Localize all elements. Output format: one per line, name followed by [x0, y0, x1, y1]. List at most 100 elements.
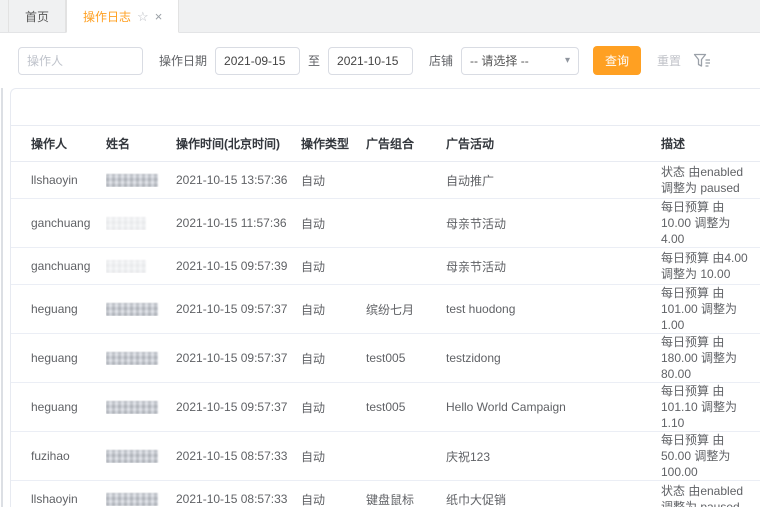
cell-time: 2021-10-15 09:57:37: [176, 400, 301, 414]
cell-portfolio: test005: [366, 351, 446, 365]
table-row[interactable]: ganchuang2021-10-15 09:57:39自动母亲节活动每日预算 …: [11, 248, 760, 285]
cell-type: 自动: [301, 258, 366, 275]
cell-operator: fuzihao: [31, 449, 106, 463]
cell-time: 2021-10-15 13:57:36: [176, 173, 301, 187]
cell-name: [106, 302, 176, 316]
cell-type: 自动: [301, 172, 366, 189]
page-left-edge: [1, 88, 3, 507]
header-operator: 操作人: [31, 135, 106, 152]
table-row[interactable]: heguang 2021-10-15 09:57:37自动缤纷七月test huo…: [11, 285, 760, 334]
redacted-name: [106, 260, 146, 273]
cell-type: 自动: [301, 399, 366, 416]
redacted-name: [106, 174, 158, 187]
tab-bar: 首页 操作日志 ☆ ×: [0, 0, 760, 33]
cell-name: [106, 259, 176, 273]
cell-desc: 每日预算 由101.00 调整为 1.00: [661, 285, 760, 333]
operator-input[interactable]: [18, 47, 143, 75]
cell-desc: 每日预算 由180.00 调整为 80.00: [661, 334, 760, 382]
cell-desc: 状态 由enabled 调整为 paused: [661, 164, 760, 196]
header-name: 姓名: [106, 135, 176, 152]
cell-operator: llshaoyin: [31, 173, 106, 187]
cell-campaign: Hello World Campaign: [446, 400, 661, 414]
cell-campaign: testzidong: [446, 351, 661, 365]
cell-time: 2021-10-15 11:57:36: [176, 216, 301, 230]
cell-type: 自动: [301, 448, 366, 465]
date-to-input[interactable]: [328, 47, 413, 75]
table-body: llshaoyin2021-10-15 13:57:36自动自动推广状态 由en…: [11, 162, 760, 507]
shop-select[interactable]: -- 请选择 -- ▾: [461, 47, 579, 75]
search-button[interactable]: 查询: [593, 46, 641, 75]
cell-desc: 每日预算 由10.00 调整为 4.00: [661, 199, 760, 247]
chevron-down-icon: ▾: [565, 55, 570, 66]
cell-type: 自动: [301, 215, 366, 232]
header-type: 操作类型: [301, 135, 366, 152]
cell-campaign: 自动推广: [446, 172, 661, 189]
table-row[interactable]: llshaoyin 2021-10-15 13:57:36自动 自动推广状态 由en…: [11, 162, 760, 199]
date-range-label: 操作日期: [159, 52, 207, 69]
panel-toolbar-space: [11, 89, 760, 125]
redacted-name: [106, 493, 158, 506]
cell-desc: 每日预算 由4.00 调整为 10.00: [661, 250, 760, 282]
operation-log-page: 首页 操作日志 ☆ × 操作日期 至 店铺 -- 请选择 -- ▾ 查询 重置: [0, 0, 760, 507]
header-portfolio: 广告组合: [366, 135, 446, 152]
cell-portfolio: test005: [366, 400, 446, 414]
tab-operation-log-label: 操作日志: [83, 8, 131, 25]
cell-name: [106, 351, 176, 365]
favorite-star-icon[interactable]: ☆: [137, 10, 149, 23]
cell-portfolio: 键盘鼠标: [366, 491, 446, 507]
cell-type: 自动: [301, 350, 366, 367]
redacted-name: [106, 401, 158, 414]
redacted-name: [106, 352, 158, 365]
close-tab-icon[interactable]: ×: [155, 10, 163, 23]
cell-time: 2021-10-15 09:57:39: [176, 259, 301, 273]
cell-campaign: test huodong: [446, 302, 661, 316]
cell-campaign: 母亲节活动: [446, 258, 661, 275]
tab-home[interactable]: 首页: [8, 0, 66, 32]
shop-label: 店铺: [429, 52, 453, 69]
table-row[interactable]: heguang 2021-10-15 09:57:37自动test005testz…: [11, 334, 760, 383]
date-to-separator: 至: [308, 52, 320, 69]
redacted-name: [106, 303, 158, 316]
table-row[interactable]: fuzihao 2021-10-15 08:57:33自动 庆祝123每日预算 由5…: [11, 432, 760, 481]
cell-name: [106, 216, 176, 230]
cell-name: [106, 449, 176, 463]
cell-desc: 每日预算 由50.00 调整为 100.00: [661, 432, 760, 480]
redacted-name: [106, 217, 146, 230]
cell-operator: heguang: [31, 302, 106, 316]
cell-type: 自动: [301, 491, 366, 507]
cell-type: 自动: [301, 301, 366, 318]
cell-time: 2021-10-15 09:57:37: [176, 302, 301, 316]
reset-button[interactable]: 重置: [657, 52, 681, 69]
cell-name: [106, 173, 176, 187]
table-row[interactable]: heguang 2021-10-15 09:57:37自动test005Hello…: [11, 383, 760, 432]
header-campaign: 广告活动: [446, 135, 661, 152]
header-time: 操作时间(北京时间): [176, 135, 301, 152]
header-desc: 描述: [661, 136, 760, 152]
log-table-panel: 操作人 姓名 操作时间(北京时间) 操作类型 广告组合 广告活动 描述 llsh…: [10, 88, 760, 507]
cell-desc: 状态 由enabled 调整为 paused: [661, 483, 760, 507]
cell-name: [106, 492, 176, 506]
date-from-input[interactable]: [215, 47, 300, 75]
redacted-name: [106, 450, 158, 463]
cell-time: 2021-10-15 08:57:33: [176, 449, 301, 463]
cell-operator: ganchuang: [31, 216, 106, 230]
table-row[interactable]: ganchuang 2021-10-15 11:57:36自动 母亲节活动每日预算 …: [11, 199, 760, 248]
cell-operator: heguang: [31, 400, 106, 414]
cell-campaign: 庆祝123: [446, 448, 661, 465]
cell-operator: heguang: [31, 351, 106, 365]
tab-operation-log[interactable]: 操作日志 ☆ ×: [66, 0, 179, 33]
filter-funnel-icon[interactable]: [693, 52, 712, 70]
table-header-row: 操作人 姓名 操作时间(北京时间) 操作类型 广告组合 广告活动 描述: [11, 125, 760, 162]
cell-campaign: 纸巾大促销: [446, 491, 661, 507]
tab-home-label: 首页: [25, 8, 49, 25]
cell-time: 2021-10-15 08:57:33: [176, 492, 301, 506]
cell-campaign: 母亲节活动: [446, 215, 661, 232]
filter-bar: 操作日期 至 店铺 -- 请选择 -- ▾ 查询 重置: [0, 33, 760, 88]
cell-name: [106, 400, 176, 414]
cell-portfolio: 缤纷七月: [366, 301, 446, 318]
cell-operator: llshaoyin: [31, 492, 106, 506]
table-row[interactable]: llshaoyin 2021-10-15 08:57:33自动键盘鼠标纸巾大促销状…: [11, 481, 760, 507]
shop-select-value: -- 请选择 --: [470, 52, 529, 69]
cell-desc: 每日预算 由101.10 调整为 1.10: [661, 383, 760, 431]
cell-time: 2021-10-15 09:57:37: [176, 351, 301, 365]
